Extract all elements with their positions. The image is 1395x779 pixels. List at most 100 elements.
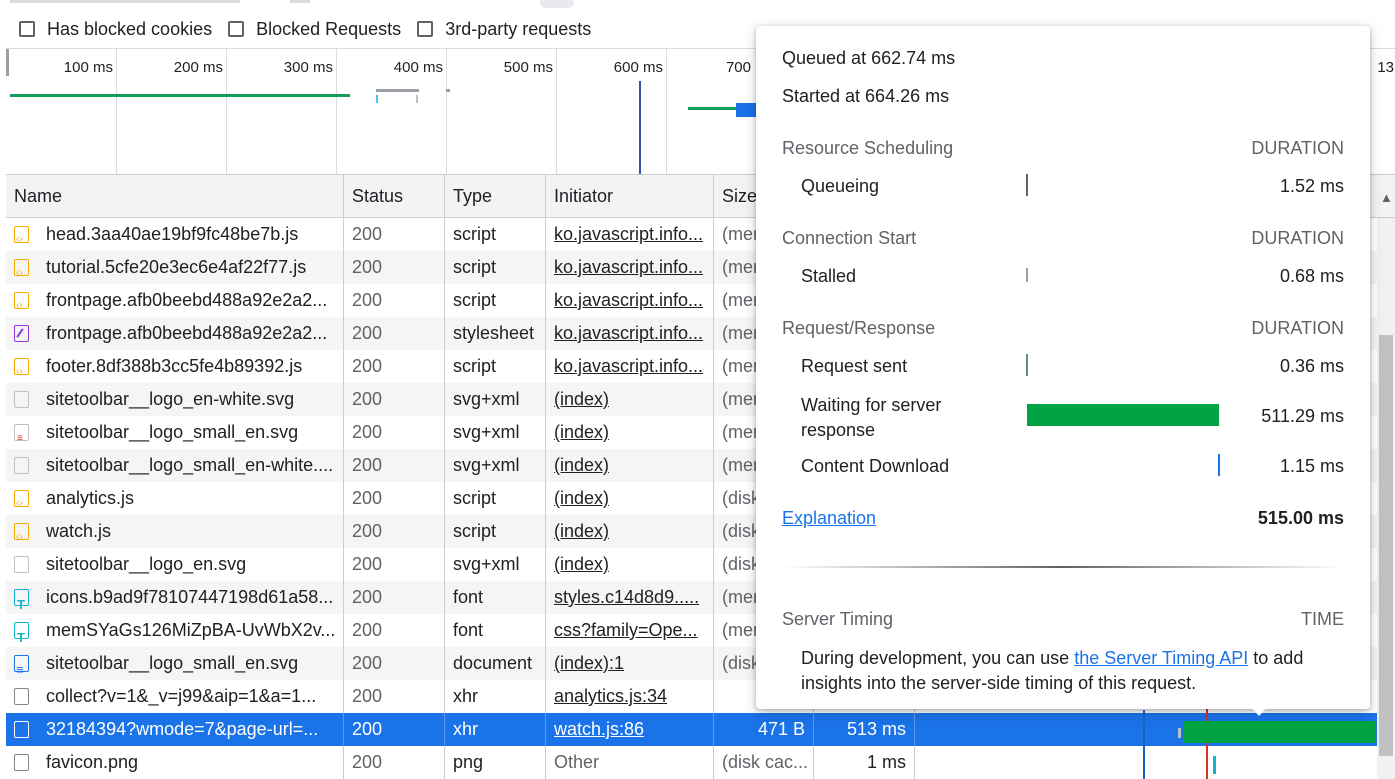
- overview-bar: [10, 94, 350, 97]
- cell-initiator[interactable]: (index): [546, 416, 714, 449]
- filter-third-party[interactable]: 3rd-party requests: [417, 19, 591, 40]
- cell-type: xhr: [445, 680, 546, 713]
- cell-type: script: [445, 515, 546, 548]
- section-title: Resource Scheduling: [782, 138, 954, 158]
- checkbox[interactable]: [417, 21, 434, 37]
- column-header-type[interactable]: Type: [445, 175, 546, 218]
- cell-name: favicon.png: [6, 746, 344, 779]
- column-header-name[interactable]: Name: [6, 175, 344, 218]
- cell-initiator[interactable]: analytics.js:34: [546, 680, 714, 713]
- cell-initiator[interactable]: ko.javascript.info...: [546, 317, 714, 350]
- overview-handle[interactable]: [6, 49, 9, 76]
- cell-type: font: [445, 581, 546, 614]
- cell-initiator[interactable]: (index):1: [546, 647, 714, 680]
- cell-status: 200: [344, 383, 445, 416]
- stylesheet-file-icon: [14, 325, 29, 342]
- request-name: watch.js: [46, 521, 112, 541]
- overview-gridline: [116, 49, 117, 174]
- timing-value-content-download: 1.15 ms: [1279, 456, 1344, 476]
- cell-status: 200: [344, 218, 445, 251]
- cell-initiator[interactable]: ko.javascript.info...: [546, 251, 714, 284]
- cell-size: 471 B: [714, 713, 814, 746]
- cell-initiator[interactable]: styles.c14d8d9.....: [546, 581, 714, 614]
- image-file-icon: [14, 754, 29, 771]
- cell-type: script: [445, 251, 546, 284]
- request-name: icons.b9ad9f78107447198d61a58...: [46, 587, 334, 607]
- cell-initiator[interactable]: ko.javascript.info...: [546, 284, 714, 317]
- font-file-icon: [14, 621, 29, 647]
- cell-status: 200: [344, 680, 445, 713]
- cell-type: document: [445, 647, 546, 680]
- timing-bar-waiting: [1027, 404, 1219, 426]
- request-name: sitetoolbar__logo_small_en.svg: [46, 653, 299, 673]
- checkbox-label: 3rd-party requests: [445, 18, 592, 39]
- script-file-icon: [14, 520, 29, 548]
- cell-name: frontpage.afb0beebd488a92e2a2...: [6, 284, 344, 317]
- timing-popover: Queued at 662.74 ms Started at 664.26 ms…: [756, 26, 1370, 709]
- duration-header: DURATION: [1251, 138, 1344, 158]
- svg-file-icon: [14, 556, 29, 573]
- cell-initiator[interactable]: (index): [546, 482, 714, 515]
- request-name: favicon.png: [46, 752, 139, 772]
- cell-name: 32184394?wmode=7&page-url=...: [6, 713, 344, 746]
- cell-initiator[interactable]: css?family=Ope...: [546, 614, 714, 647]
- toolbar-remnant: [0, 0, 1395, 8]
- cell-type: svg+xml: [445, 416, 546, 449]
- timing-total: 515.00 ms: [1257, 508, 1344, 528]
- cell-initiator[interactable]: watch.js:86: [546, 713, 714, 746]
- cell-status: 200: [344, 482, 445, 515]
- request-name: sitetoolbar__logo_small_en-white....: [46, 455, 334, 475]
- section-title: Request/Response: [782, 318, 936, 338]
- cell-initiator[interactable]: (index): [546, 548, 714, 581]
- cell-initiator[interactable]: ko.javascript.info...: [546, 218, 714, 251]
- cell-initiator[interactable]: (index): [546, 383, 714, 416]
- request-name: footer.8df388b3cc5fe4b89392.js: [46, 356, 303, 376]
- waterfall-bar: [1178, 728, 1181, 738]
- overview-tick-label: 200 ms: [173, 59, 223, 76]
- dom-content-loaded-marker: [639, 81, 641, 174]
- script-file-icon: [14, 355, 29, 383]
- cell-initiator[interactable]: (index): [546, 515, 714, 548]
- cell-name: head.3aa40ae19bf9fc48be7b.js: [6, 218, 344, 251]
- overview-tick-label: 300 ms: [283, 59, 333, 76]
- explanation-link[interactable]: Explanation: [782, 508, 876, 529]
- cell-name: collect?v=1&_v=j99&aip=1&a=1...: [6, 680, 344, 713]
- checkbox[interactable]: [19, 21, 35, 37]
- script-file-icon: [14, 289, 29, 317]
- cell-name: sitetoolbar__logo_en.svg: [6, 548, 344, 581]
- toolbar-tab[interactable]: [540, 0, 574, 8]
- timing-value-waiting: 511.29 ms: [1261, 406, 1344, 426]
- script-file-icon: [14, 256, 29, 284]
- column-header-initiator[interactable]: Initiator: [546, 175, 714, 218]
- checkbox[interactable]: [228, 21, 245, 37]
- table-row[interactable]: favicon.png 200 png Other (disk cac... 1 ms: [6, 746, 1395, 779]
- svg-file-icon: [14, 391, 29, 408]
- script-file-icon: [14, 223, 29, 251]
- filter-blocked-requests[interactable]: Blocked Requests: [228, 19, 401, 40]
- server-timing-api-link[interactable]: the Server Timing API: [1074, 648, 1248, 668]
- document-file-icon: [14, 653, 29, 680]
- cell-initiator[interactable]: (index): [546, 449, 714, 482]
- cell-name: sitetoolbar__logo_small_en-white....: [6, 449, 344, 482]
- filter-blocked-cookies[interactable]: Has blocked cookies: [19, 19, 212, 40]
- request-name: frontpage.afb0beebd488a92e2a2...: [46, 290, 328, 310]
- toolbar-divider: [290, 0, 310, 3]
- timing-label-queueing: Queueing: [801, 176, 880, 196]
- cell-status: 200: [344, 416, 445, 449]
- timing-label-request-sent: Request sent: [801, 356, 908, 376]
- cell-initiator[interactable]: ko.javascript.info...: [546, 350, 714, 383]
- overview-gridline: [666, 49, 667, 174]
- timing-bar-queueing: [1026, 174, 1028, 196]
- scrollbar-thumb[interactable]: [1379, 335, 1393, 756]
- server-timing-title: Server Timing: [782, 609, 894, 629]
- svg-file-icon: [14, 457, 29, 474]
- request-name: sitetoolbar__logo_en-white.svg: [46, 389, 295, 409]
- server-timing-header: TIME: [1301, 609, 1344, 629]
- cell-status: 200: [344, 251, 445, 284]
- waterfall-bar: [1213, 756, 1216, 774]
- scroll-up-arrow-icon[interactable]: ▲: [1380, 190, 1393, 205]
- cell-status: 200: [344, 350, 445, 383]
- column-header-status[interactable]: Status: [344, 175, 445, 218]
- overview-gridline: [336, 49, 337, 174]
- cell-name: watch.js: [6, 515, 344, 548]
